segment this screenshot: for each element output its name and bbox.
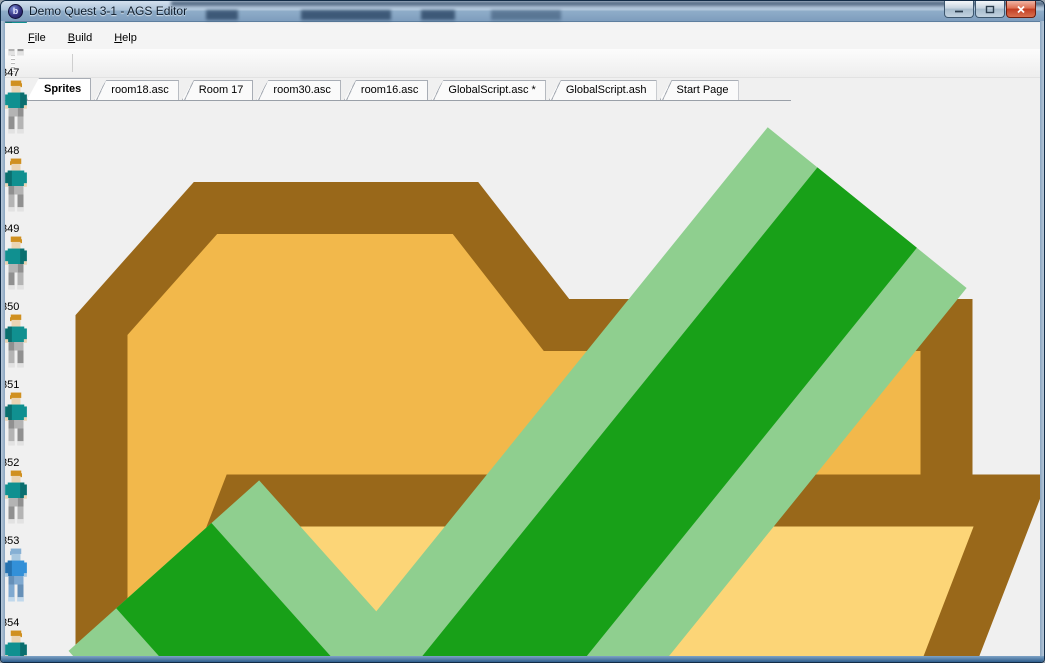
explorer-tree: General SettingsColoursSpritesAbText Par… <box>1 3 1027 662</box>
window-border <box>1040 21 1044 662</box>
menu-build[interactable]: Build <box>59 30 101 46</box>
titlebar-artifact <box>206 10 238 20</box>
tab-label: Sprites <box>44 83 81 95</box>
window-title: Demo Quest 3-1 - AGS Editor <box>29 4 187 18</box>
explorer-tree-item-general-settings[interactable]: General Settings <box>1 3 1027 662</box>
app-icon: b <box>8 4 23 19</box>
menu-file[interactable]: File <box>19 30 55 46</box>
titlebar-artifact <box>301 10 391 20</box>
title-bar[interactable]: b Demo Quest 3-1 - AGS Editor <box>1 1 1044 22</box>
menu-bar: FileBuildHelp <box>5 23 1042 49</box>
close-button[interactable] <box>1006 1 1036 18</box>
window-border <box>1 656 1044 662</box>
titlebar-artifact <box>421 10 455 20</box>
maximize-button[interactable] <box>975 1 1005 18</box>
ags-editor-window: b Demo Quest 3-1 - AGS Editor FileBuildH… <box>0 0 1045 663</box>
menu-help[interactable]: Help <box>105 30 146 46</box>
minimize-button[interactable] <box>944 1 974 18</box>
titlebar-artifact <box>171 1 1045 6</box>
titlebar-artifact <box>491 10 561 20</box>
window-border <box>1 21 5 662</box>
